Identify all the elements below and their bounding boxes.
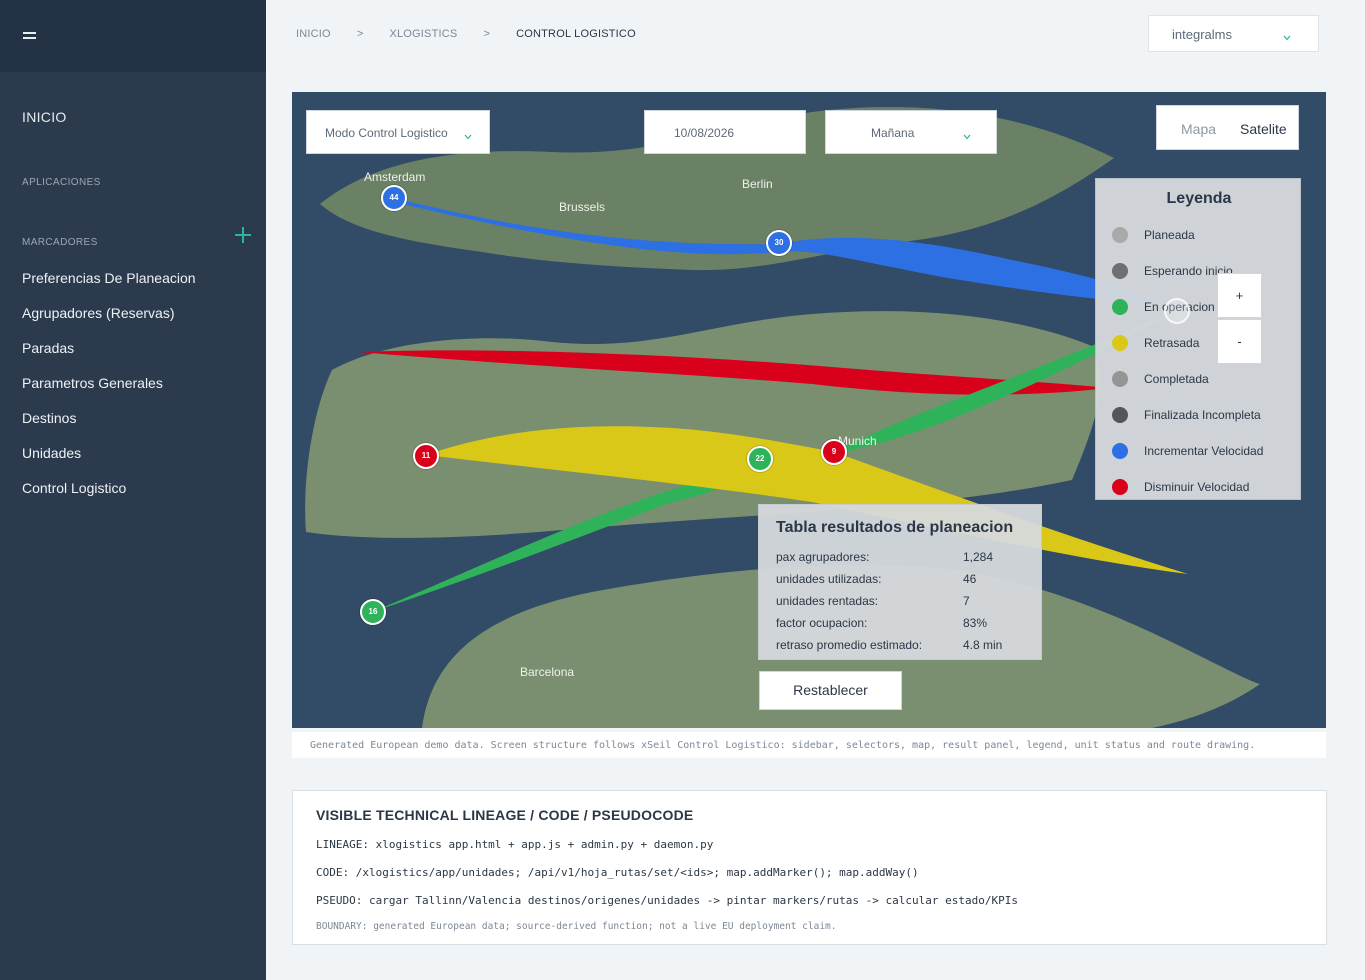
legend-item-label: Incrementar Velocidad (1144, 444, 1264, 458)
tenant-select[interactable]: integralms (1148, 15, 1319, 52)
legend-title: Leyenda (1166, 190, 1232, 207)
results-label: retraso promedio estimado: (776, 638, 923, 652)
status-dot-retrasada (1112, 335, 1128, 351)
city-label-brussels: Brussels (559, 200, 606, 214)
legend-item: Completada (1112, 370, 1209, 388)
sidebar: INICIO APLICACIONES MARCADORES Preferenc… (0, 0, 266, 980)
results-row: factor ocupacion: 83% (776, 616, 1036, 632)
legend-item-label: Disminuir Velocidad (1144, 480, 1250, 494)
results-row: unidades rentadas: 7 (776, 594, 1036, 610)
legend-item-label: Planeada (1144, 228, 1195, 242)
map-marker-ghost[interactable] (1164, 298, 1190, 324)
sidebar-item-preferencias[interactable]: Preferencias De Planeacion (22, 268, 196, 303)
sidebar-item-unidades[interactable]: Unidades (22, 443, 196, 478)
pseudo-line: PSEUDO: cargar Tallinn/Valencia destinos… (316, 894, 1018, 907)
lineage-title: VISIBLE TECHNICAL LINEAGE / CODE / PSEUD… (316, 807, 694, 823)
map-type-mapa[interactable]: Mapa (1181, 121, 1216, 137)
status-dot-completada (1112, 371, 1128, 387)
legend-item: Planeada (1112, 226, 1195, 244)
sidebar-item-destinos[interactable]: Destinos (22, 408, 196, 443)
sidebar-section-apps: APLICACIONES (22, 177, 101, 188)
chevron-down-icon (963, 134, 971, 142)
results-value: 1,284 (963, 550, 994, 564)
unit-marker[interactable]: 30 (766, 230, 792, 256)
results-row: pax agrupadores: 1,284 (776, 550, 1036, 566)
sidebar-item-agrupadores[interactable]: Agrupadores (Reservas) (22, 303, 196, 338)
unit-marker[interactable]: 44 (381, 185, 407, 211)
unit-marker[interactable]: 16 (360, 599, 386, 625)
shift-select-value: Mañana (871, 126, 915, 140)
date-picker-value: 10/08/2026 (674, 126, 735, 140)
legend-item: Incrementar Velocidad (1112, 442, 1263, 460)
code-line: CODE: /xlogistics/app/unidades; /api/v1/… (316, 866, 919, 879)
shift-select[interactable]: Mañana (825, 110, 997, 154)
results-value: 83% (963, 616, 988, 630)
zoom-in-button[interactable]: + (1217, 273, 1262, 318)
results-row: retraso promedio estimado: 4.8 min (776, 638, 1036, 654)
status-dot-disminuir-velocidad (1112, 479, 1128, 495)
chevron-down-icon (464, 134, 472, 142)
sidebar-item-control-logistico[interactable]: Control Logistico (22, 478, 196, 513)
breadcrumb-current: CONTROL LOGISTICO (516, 28, 636, 40)
map-type-satelite[interactable]: Satelite (1240, 121, 1287, 137)
status-dot-finalizada-incompleta (1112, 407, 1128, 423)
chevron-down-icon (1283, 35, 1291, 43)
legend-item: Finalizada Incompleta (1112, 406, 1261, 424)
tenant-select-value: integralms (1172, 27, 1232, 42)
breadcrumb-xlogistics[interactable]: XLOGISTICS (389, 28, 457, 40)
results-value: 7 (963, 594, 970, 608)
results-title: Tabla resultados de planeacion (776, 519, 1014, 536)
sidebar-menu: Preferencias De Planeacion Agrupadores (… (22, 268, 196, 513)
reset-button[interactable]: Restablecer (759, 671, 902, 710)
map-type-toggle: Mapa Satelite (1156, 105, 1299, 150)
legend-item-label: Completada (1144, 372, 1209, 386)
city-label-berlin: Berlin (742, 177, 773, 191)
breadcrumb: INICIO > XLOGISTICS > CONTROL LOGISTICO (296, 28, 636, 40)
results-row: unidades utilizadas: 46 (776, 572, 1036, 588)
results-value: 4.8 min (963, 638, 1003, 652)
results-value: 46 (963, 572, 977, 586)
legend-item: Disminuir Velocidad (1112, 478, 1249, 496)
legend-item: Retrasada (1112, 334, 1199, 352)
unit-marker[interactable]: 22 (747, 446, 773, 472)
sidebar-header (0, 0, 266, 72)
legend-item: Esperando inicio (1112, 262, 1233, 280)
breadcrumb-separator: > (356, 28, 364, 40)
hamburger-icon[interactable] (23, 31, 36, 40)
legend-item-label: Retrasada (1144, 336, 1200, 350)
date-picker[interactable]: 10/08/2026 (644, 110, 806, 154)
map-caption: Generated European demo data. Screen str… (292, 732, 1326, 758)
breadcrumb-separator: > (483, 28, 491, 40)
lineage-panel: VISIBLE TECHNICAL LINEAGE / CODE / PSEUD… (292, 790, 1327, 945)
sidebar-home-link[interactable]: INICIO (22, 109, 67, 125)
status-dot-en-operacion (1112, 299, 1128, 315)
sidebar-item-parametros[interactable]: Parametros Generales (22, 373, 196, 408)
unit-marker[interactable]: 9 (821, 439, 847, 465)
results-label: unidades rentadas: (776, 594, 879, 608)
unit-marker[interactable]: 11 (413, 443, 439, 469)
mode-select-value: Modo Control Logistico (325, 126, 448, 140)
legend-item-label: Finalizada Incompleta (1144, 408, 1261, 422)
lineage-line: LINEAGE: xlogistics app.html + app.js + … (316, 838, 714, 851)
zoom-out-button[interactable]: - (1217, 319, 1262, 364)
results-panel: Tabla resultados de planeacion pax agrup… (758, 504, 1042, 660)
results-label: unidades utilizadas: (776, 572, 882, 586)
results-label: pax agrupadores: (776, 550, 870, 564)
boundary-line: BOUNDARY: generated European data; sourc… (316, 921, 837, 932)
legend-panel: Leyenda Planeada Esperando inicio En ope… (1095, 178, 1301, 500)
sidebar-section-markers: MARCADORES (22, 237, 98, 248)
add-marker-plus-icon[interactable] (235, 227, 251, 243)
city-label-amsterdam: Amsterdam (364, 170, 426, 184)
results-label: factor ocupacion: (776, 616, 868, 630)
map-canvas[interactable]: Amsterdam Brussels Berlin Munich Barcelo… (292, 92, 1326, 728)
mode-select[interactable]: Modo Control Logistico (306, 110, 490, 154)
breadcrumb-inicio[interactable]: INICIO (296, 28, 331, 40)
status-dot-planeada (1112, 227, 1128, 243)
status-dot-esperando (1112, 263, 1128, 279)
city-label-barcelona: Barcelona (520, 665, 575, 679)
sidebar-item-paradas[interactable]: Paradas (22, 338, 196, 373)
status-dot-incrementar-velocidad (1112, 443, 1128, 459)
